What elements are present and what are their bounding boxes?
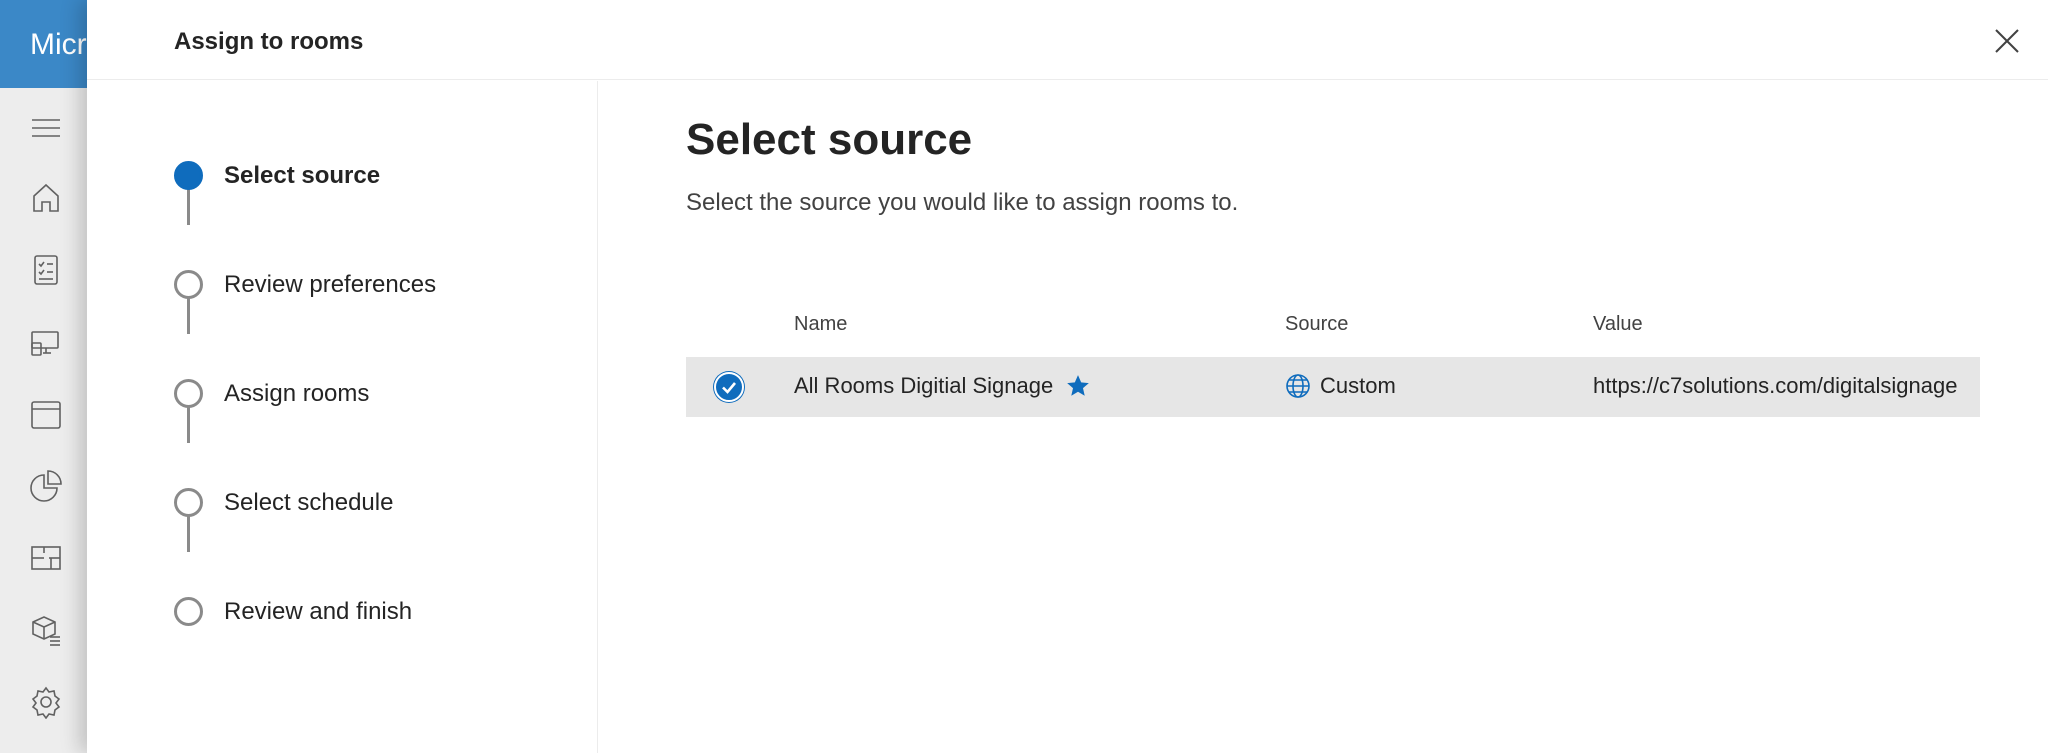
column-header-value[interactable]: Value (1593, 313, 1643, 336)
row-name-cell: All Rooms Digitial Signage (794, 373, 1091, 399)
row-value: https://c7solutions.com/digitalsignage (1593, 373, 1958, 398)
step-review-and-finish[interactable]: Review and finish (174, 597, 412, 626)
step-select-source[interactable]: Select source (174, 161, 380, 190)
step-label: Review preferences (224, 270, 437, 298)
checklist-icon[interactable] (28, 252, 64, 288)
step-indicator (174, 597, 203, 626)
assign-to-rooms-panel: Assign to rooms Select source Review pre… (87, 0, 2048, 753)
step-indicator (174, 379, 203, 408)
source-table: Name Source Value All Rooms Digitial Sig… (686, 313, 1980, 417)
step-label: Assign rooms (224, 379, 370, 407)
row-selected-checkbox[interactable] (714, 372, 744, 402)
step-label: Select schedule (224, 488, 394, 516)
step-review-preferences[interactable]: Review preferences (174, 270, 436, 299)
step-label: Review and finish (224, 597, 413, 625)
menu-icon[interactable] (28, 110, 64, 146)
globe-icon (1286, 374, 1310, 398)
devices-icon[interactable] (28, 324, 64, 360)
row-source-cell: Custom (1285, 373, 1396, 399)
panel-header: Assign to rooms (87, 0, 2048, 80)
close-icon (1995, 29, 2019, 53)
settings-icon[interactable] (28, 684, 64, 720)
column-header-source[interactable]: Source (1285, 313, 1348, 336)
row-source: Custom (1320, 373, 1396, 398)
checkmark-icon (722, 382, 736, 394)
star-icon[interactable] (1065, 373, 1091, 399)
floor-plan-icon[interactable] (28, 540, 64, 576)
pie-chart-icon[interactable] (28, 468, 64, 504)
panel-title: Assign to rooms (174, 28, 364, 55)
home-icon[interactable] (28, 180, 64, 216)
table-header: Name Source Value (686, 313, 1980, 357)
step-indicator (174, 488, 203, 517)
package-icon[interactable] (28, 612, 64, 648)
step-label: Select source (224, 161, 381, 189)
row-value-cell: https://c7solutions.com/digitalsignage (1593, 373, 1957, 399)
step-select-schedule[interactable]: Select schedule (174, 488, 393, 517)
close-button[interactable] (1990, 24, 2024, 58)
step-assign-rooms[interactable]: Assign rooms (174, 379, 369, 408)
page-description: Select the source you would like to assi… (686, 189, 1239, 216)
step-indicator (174, 270, 203, 299)
table-row[interactable]: All Rooms Digitial Signage Custom https:… (686, 357, 1980, 417)
row-name: All Rooms Digitial Signage (794, 373, 1054, 398)
page-title: Select source (686, 115, 973, 164)
wizard-stepper: Select source Review preferences Assign … (87, 81, 598, 753)
column-header-name[interactable]: Name (794, 313, 847, 336)
calendar-icon[interactable] (28, 396, 64, 432)
step-indicator-active (174, 161, 203, 190)
left-nav-rail (0, 88, 88, 753)
